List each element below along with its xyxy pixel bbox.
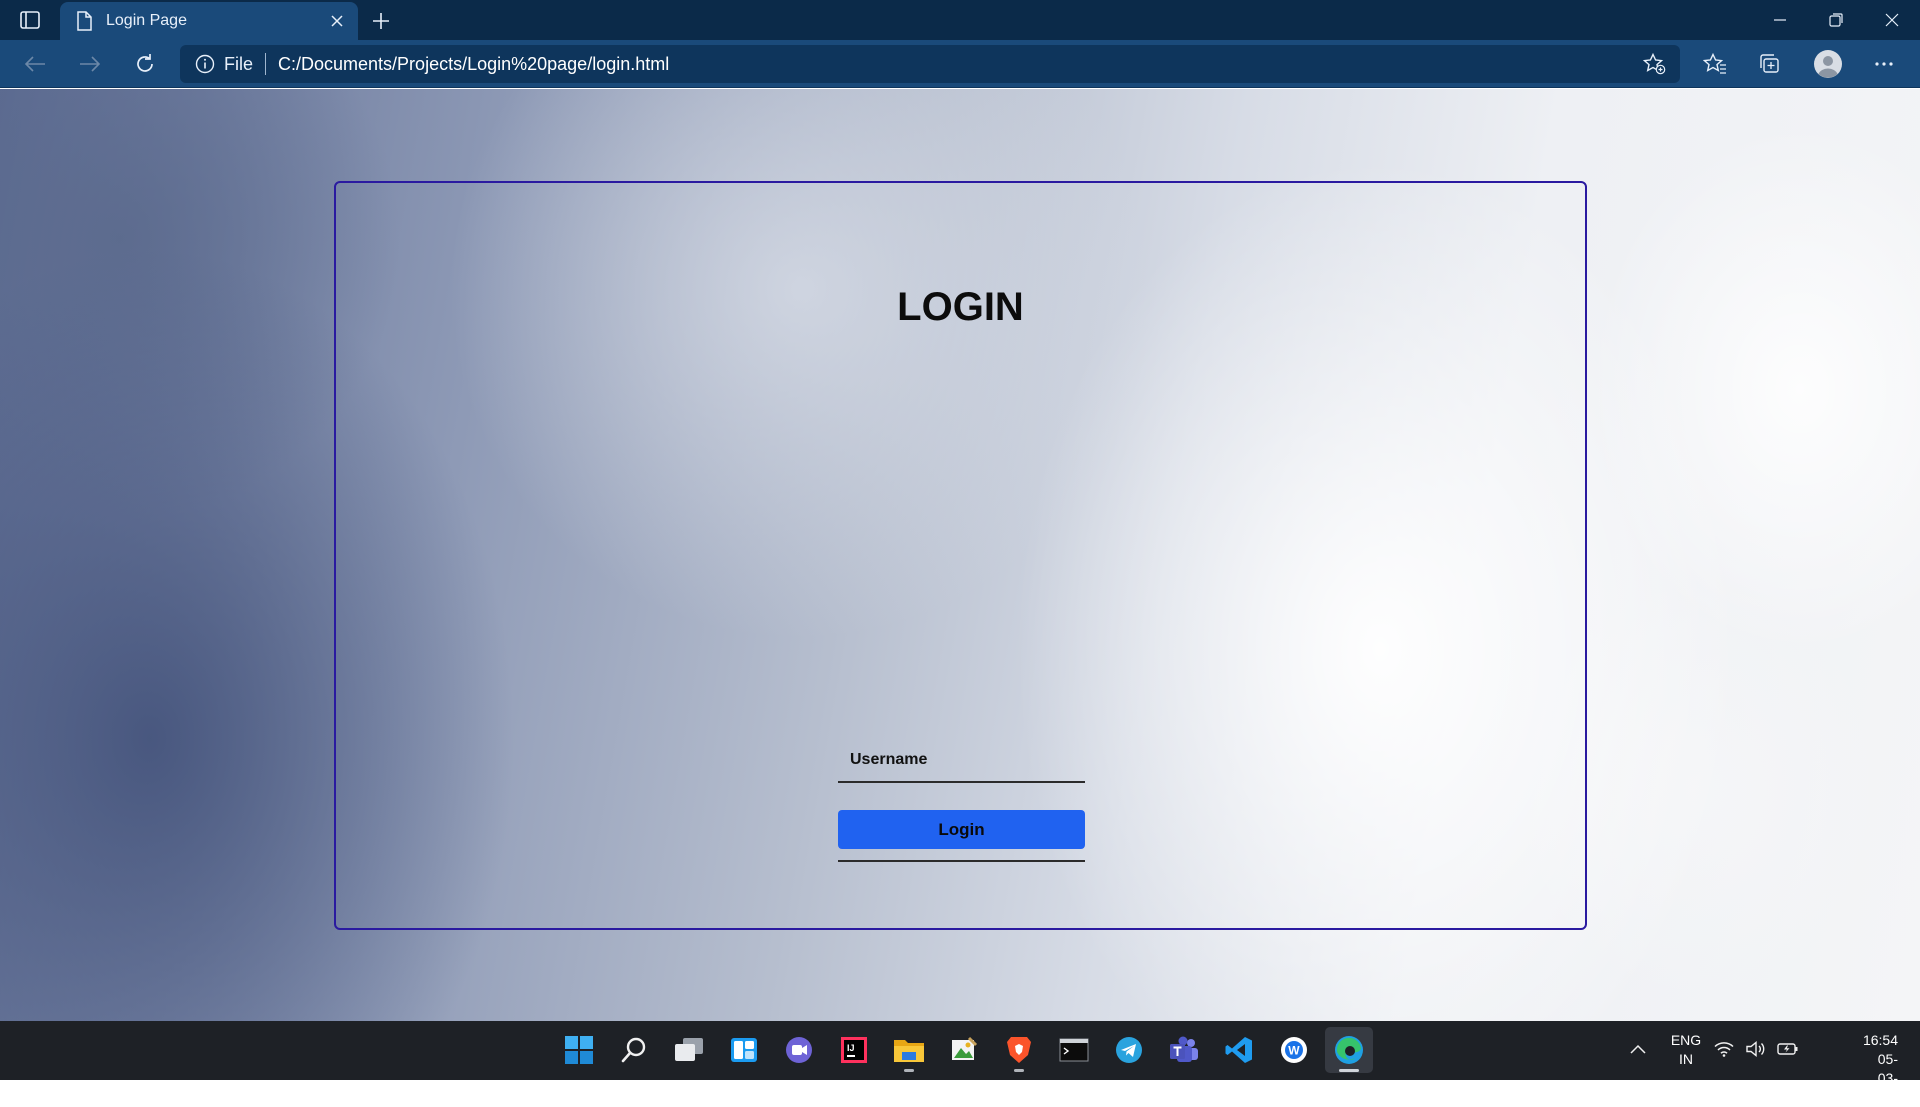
- widgets-icon: [731, 1038, 757, 1062]
- tray-quick-settings[interactable]: [1712, 1037, 1800, 1061]
- username-input[interactable]: [838, 739, 1085, 781]
- clock-date: 05-03-2022: [1866, 1051, 1898, 1105]
- edge-icon: [1335, 1036, 1363, 1064]
- widgets-button[interactable]: [720, 1027, 768, 1073]
- close-window-button[interactable]: [1864, 0, 1920, 40]
- svg-text:IJ: IJ: [847, 1043, 855, 1053]
- edge-button[interactable]: [1325, 1027, 1373, 1073]
- site-info-icon[interactable]: [194, 53, 216, 75]
- avatar-icon: [1814, 50, 1842, 78]
- username-field[interactable]: [838, 739, 1085, 783]
- taskbar-apps: IJ W: [555, 1027, 1373, 1073]
- start-icon: [565, 1036, 593, 1064]
- clock-time: 16:54: [1862, 1032, 1898, 1048]
- search-button[interactable]: [610, 1027, 658, 1073]
- chat-button[interactable]: [775, 1027, 823, 1073]
- minimize-icon: [1774, 19, 1786, 21]
- plus-icon: [373, 13, 389, 29]
- teams-button[interactable]: [1160, 1027, 1208, 1073]
- close-icon: [331, 15, 343, 27]
- back-button[interactable]: [18, 49, 52, 79]
- running-indicator: [1339, 1069, 1359, 1072]
- favorites-button[interactable]: [1695, 49, 1735, 79]
- svg-text:W: W: [1288, 1044, 1300, 1058]
- tab-title: Login Page: [106, 12, 187, 29]
- task-view-icon: [675, 1038, 703, 1061]
- page-icon: [74, 11, 94, 31]
- minimize-button[interactable]: [1752, 0, 1808, 40]
- forward-arrow-icon: [80, 56, 101, 72]
- vscode-button[interactable]: [1215, 1027, 1263, 1073]
- terminal-icon: [1059, 1038, 1089, 1062]
- vscode-icon: [1225, 1037, 1252, 1063]
- input-language-indicator[interactable]: ENG IN: [1664, 1031, 1708, 1069]
- restore-button[interactable]: [1808, 0, 1864, 40]
- clock[interactable]: 16:54 05-03-2022: [1863, 1031, 1898, 1107]
- page-viewport: LOGIN Login: [0, 89, 1920, 1021]
- wifi-icon: [1712, 1037, 1736, 1061]
- new-tab-button[interactable]: [366, 6, 396, 36]
- settings-more-button[interactable]: [1864, 49, 1904, 79]
- add-favorite-button[interactable]: [1634, 49, 1674, 79]
- file-explorer-button[interactable]: [885, 1027, 933, 1073]
- forward-button[interactable]: [73, 49, 107, 79]
- address-separator: [265, 53, 267, 75]
- teams-icon: [1170, 1036, 1198, 1062]
- show-hidden-icons-button[interactable]: [1626, 1037, 1650, 1061]
- tab-actions-button[interactable]: [18, 10, 42, 30]
- intellij-button[interactable]: IJ: [830, 1027, 878, 1073]
- browser-toolbar: File C:/Documents/Projects/Login%20page/…: [0, 40, 1920, 88]
- tab-close-button[interactable]: [322, 6, 352, 36]
- word-button[interactable]: W: [1270, 1027, 1318, 1073]
- taskbar: IJ W ENG IN 16:54 05-03-2022: [0, 1021, 1920, 1105]
- address-bar[interactable]: File C:/Documents/Projects/Login%20page/…: [180, 45, 1680, 83]
- refresh-icon: [137, 54, 153, 72]
- running-indicator: [904, 1069, 914, 1072]
- battery-icon: [1776, 1037, 1800, 1061]
- back-arrow-icon: [24, 56, 45, 72]
- star-add-icon: [1642, 53, 1666, 75]
- search-icon: [621, 1037, 646, 1063]
- tab-actions-icon: [20, 11, 40, 29]
- photo-editor-icon: [952, 1036, 978, 1060]
- intellij-icon: IJ: [841, 1037, 867, 1063]
- more-icon: [1875, 62, 1893, 66]
- file-explorer-icon: [894, 1040, 924, 1062]
- brave-browser-icon: [1007, 1037, 1031, 1063]
- login-card: LOGIN Login: [334, 181, 1587, 930]
- close-icon: [1885, 13, 1899, 27]
- start-button[interactable]: [555, 1027, 603, 1073]
- telegram-button[interactable]: [1105, 1027, 1153, 1073]
- browser-titlebar: Login Page: [0, 0, 1920, 40]
- chevron-up-icon: [1630, 1044, 1646, 1054]
- profile-button[interactable]: [1808, 49, 1848, 79]
- photo-editor-button[interactable]: [940, 1027, 988, 1073]
- brave-browser-button[interactable]: [995, 1027, 1043, 1073]
- browser-tab[interactable]: Login Page: [60, 2, 358, 40]
- telegram-icon: [1116, 1037, 1142, 1063]
- running-indicator: [1014, 1069, 1024, 1072]
- login-button[interactable]: Login: [838, 810, 1085, 849]
- chat-icon: [786, 1037, 812, 1063]
- url-scheme-label: File: [224, 53, 254, 74]
- refresh-button[interactable]: [128, 49, 162, 79]
- url-text[interactable]: C:/Documents/Projects/Login%20page/login…: [278, 54, 1634, 75]
- collections-button[interactable]: [1750, 49, 1790, 79]
- task-view-button[interactable]: [665, 1027, 713, 1073]
- window-controls: [1752, 0, 1920, 40]
- restore-icon: [1829, 13, 1843, 27]
- login-heading: LOGIN: [897, 285, 1024, 329]
- favorites-icon: [1703, 53, 1726, 74]
- collections-icon: [1760, 54, 1779, 73]
- word-icon: W: [1281, 1037, 1307, 1063]
- language-region: IN: [1679, 1051, 1693, 1067]
- terminal-button[interactable]: [1050, 1027, 1098, 1073]
- language-code: ENG: [1670, 1032, 1702, 1048]
- volume-icon: [1744, 1037, 1768, 1061]
